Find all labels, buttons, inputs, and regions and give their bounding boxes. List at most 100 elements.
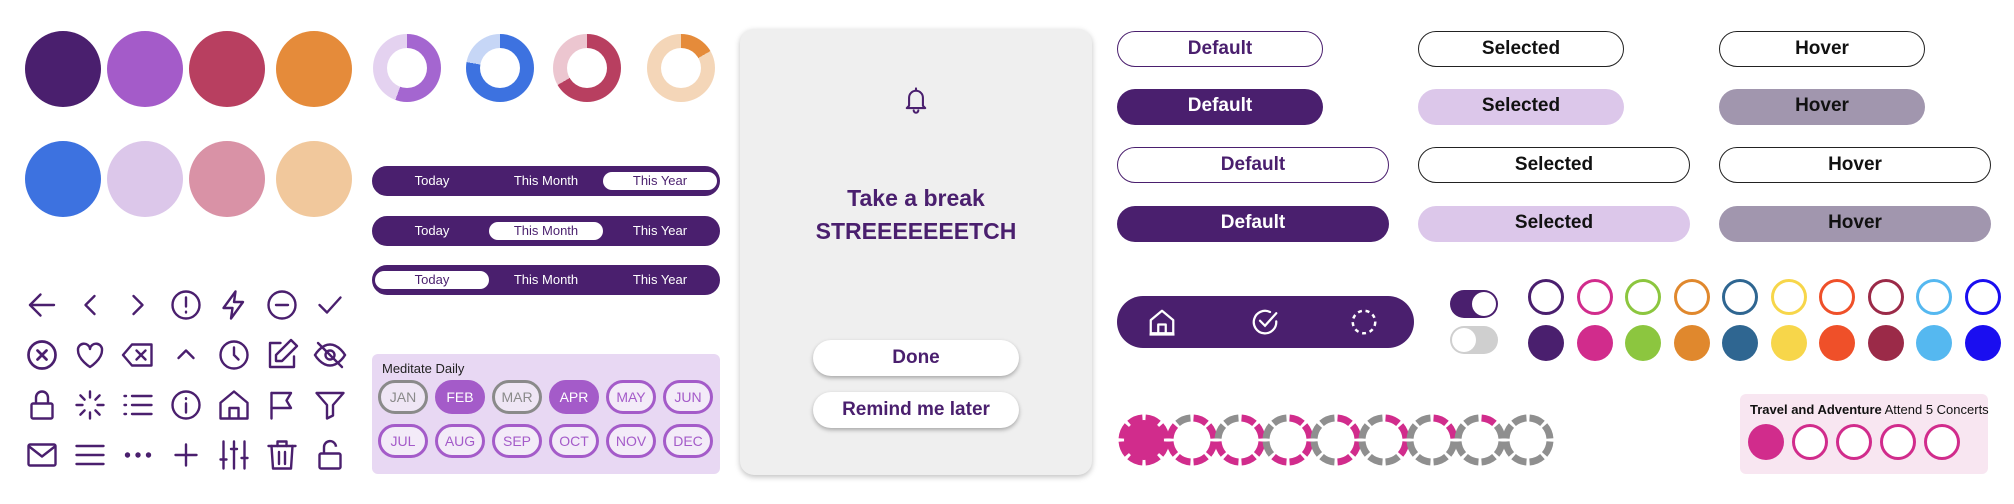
heart-icon[interactable] [72, 337, 108, 373]
segment-option[interactable]: This Year [603, 271, 717, 289]
minus-circle-icon[interactable] [264, 287, 300, 323]
segment-option[interactable]: Today [375, 222, 489, 240]
months-card-title: Meditate Daily [382, 361, 465, 376]
selected-button-outline[interactable]: Selected [1418, 31, 1624, 67]
progress-ring [1453, 413, 1507, 467]
segment-option-selected[interactable]: This Month [489, 222, 603, 240]
swatch-outline[interactable] [1819, 279, 1855, 315]
segmented-control[interactable]: Today This Month This Year [372, 265, 720, 295]
swatch-filled[interactable] [1867, 325, 1904, 361]
month-pill-dec[interactable]: DEC [663, 424, 713, 458]
swatch-filled[interactable] [1819, 325, 1855, 361]
palette-circle [25, 141, 101, 217]
done-button[interactable]: Done [813, 340, 1019, 376]
swatch-filled[interactable] [1528, 325, 1564, 361]
travel-progress-dot [1924, 424, 1960, 460]
swatch-outline[interactable] [1964, 279, 2001, 315]
month-pill-mar[interactable]: MAR [492, 380, 542, 414]
home-icon[interactable] [1147, 307, 1177, 337]
month-pill-jul[interactable]: JUL [378, 424, 428, 458]
chevron-right-icon[interactable] [120, 287, 156, 323]
clock-icon[interactable] [216, 337, 252, 373]
segment-option[interactable]: This Month [489, 172, 603, 190]
month-pill-may[interactable]: MAY [606, 380, 656, 414]
notification-title-line2: STREEEEEEETCH [815, 218, 1017, 244]
hover-button-filled[interactable]: Hover [1719, 89, 1925, 125]
notification-title-line1: Take a break [847, 185, 985, 211]
lightning-icon[interactable] [216, 287, 252, 323]
toggle-on[interactable] [1450, 290, 1498, 318]
swatch-outline[interactable] [1867, 279, 1904, 315]
more-horizontal-icon[interactable] [120, 437, 156, 473]
swatch-filled[interactable] [1916, 325, 1952, 361]
default-button-filled-wide[interactable]: Default [1117, 206, 1389, 242]
hover-button-outline-wide[interactable]: Hover [1719, 147, 1991, 183]
segmented-control[interactable]: Today This Month This Year [372, 166, 720, 196]
month-pill-jan[interactable]: JAN [378, 380, 428, 414]
month-pill-feb[interactable]: FEB [435, 380, 485, 414]
month-pill-apr[interactable]: APR [549, 380, 599, 414]
swatch-filled[interactable] [1770, 325, 1807, 361]
bottom-nav-bar [1117, 296, 1414, 348]
swatch-outline[interactable] [1673, 279, 1710, 315]
info-icon[interactable] [168, 387, 204, 423]
menu-icon[interactable] [72, 437, 108, 473]
unlock-icon[interactable] [312, 437, 348, 473]
edit-icon[interactable] [264, 337, 300, 373]
swatch-filled[interactable] [1576, 325, 1613, 361]
swatch-outline[interactable] [1722, 279, 1758, 315]
month-pill-sep[interactable]: SEP [492, 424, 542, 458]
toggle-off[interactable] [1450, 326, 1498, 354]
filter-icon[interactable] [312, 387, 348, 423]
chevron-left-icon[interactable] [72, 287, 108, 323]
alert-circle-icon[interactable] [168, 287, 204, 323]
home-icon[interactable] [216, 387, 252, 423]
mail-icon[interactable] [24, 437, 60, 473]
sliders-icon[interactable] [216, 437, 252, 473]
check-icon[interactable] [312, 287, 348, 323]
swatch-outline[interactable] [1576, 279, 1613, 315]
segment-option-selected[interactable]: Today [375, 271, 489, 289]
default-button-filled[interactable]: Default [1117, 89, 1323, 125]
check-circle-icon[interactable] [1250, 307, 1280, 337]
arrow-left-icon[interactable] [24, 287, 60, 323]
hover-button-outline[interactable]: Hover [1719, 31, 1925, 67]
swatch-filled[interactable] [1722, 325, 1758, 361]
month-pill-nov[interactable]: NOV [606, 424, 656, 458]
trash-icon[interactable] [264, 437, 300, 473]
default-button-outline-wide[interactable]: Default [1117, 147, 1389, 183]
month-pill-oct[interactable]: OCT [549, 424, 599, 458]
lock-icon[interactable] [24, 387, 60, 423]
plus-icon[interactable] [168, 437, 204, 473]
segmented-control[interactable]: Today This Month This Year [372, 216, 720, 246]
hover-button-filled-wide[interactable]: Hover [1719, 206, 1991, 242]
segment-option-selected[interactable]: This Year [603, 172, 717, 190]
selected-button-filled[interactable]: Selected [1418, 89, 1624, 125]
swatch-outline[interactable] [1770, 279, 1807, 315]
list-icon[interactable] [120, 387, 156, 423]
segment-option[interactable]: This Year [603, 222, 717, 240]
chevron-up-icon[interactable] [168, 337, 204, 373]
backspace-icon[interactable] [120, 337, 156, 373]
selected-button-filled-wide[interactable]: Selected [1418, 206, 1690, 242]
loading-circle-icon[interactable] [1349, 307, 1379, 337]
swatch-outline[interactable] [1916, 279, 1952, 315]
segment-option[interactable]: This Month [489, 271, 603, 289]
loader-icon[interactable] [72, 387, 108, 423]
eye-off-icon[interactable] [312, 337, 348, 373]
x-circle-icon[interactable] [24, 337, 60, 373]
segment-option[interactable]: Today [375, 172, 489, 190]
flag-icon[interactable] [264, 387, 300, 423]
swatch-outline[interactable] [1528, 279, 1564, 315]
swatch-filled[interactable] [1673, 325, 1710, 361]
selected-button-outline-wide[interactable]: Selected [1418, 147, 1690, 183]
progress-ring [1309, 413, 1363, 467]
swatch-outline[interactable] [1625, 279, 1661, 315]
month-pill-aug[interactable]: AUG [435, 424, 485, 458]
remind-later-button[interactable]: Remind me later [813, 392, 1019, 428]
swatch-filled[interactable] [1625, 325, 1661, 361]
month-pill-jun[interactable]: JUN [663, 380, 713, 414]
travel-card: Travel and Adventure Attend 5 Concerts [1740, 394, 1989, 474]
swatch-filled[interactable] [1964, 325, 2001, 361]
default-button-outline[interactable]: Default [1117, 31, 1323, 67]
